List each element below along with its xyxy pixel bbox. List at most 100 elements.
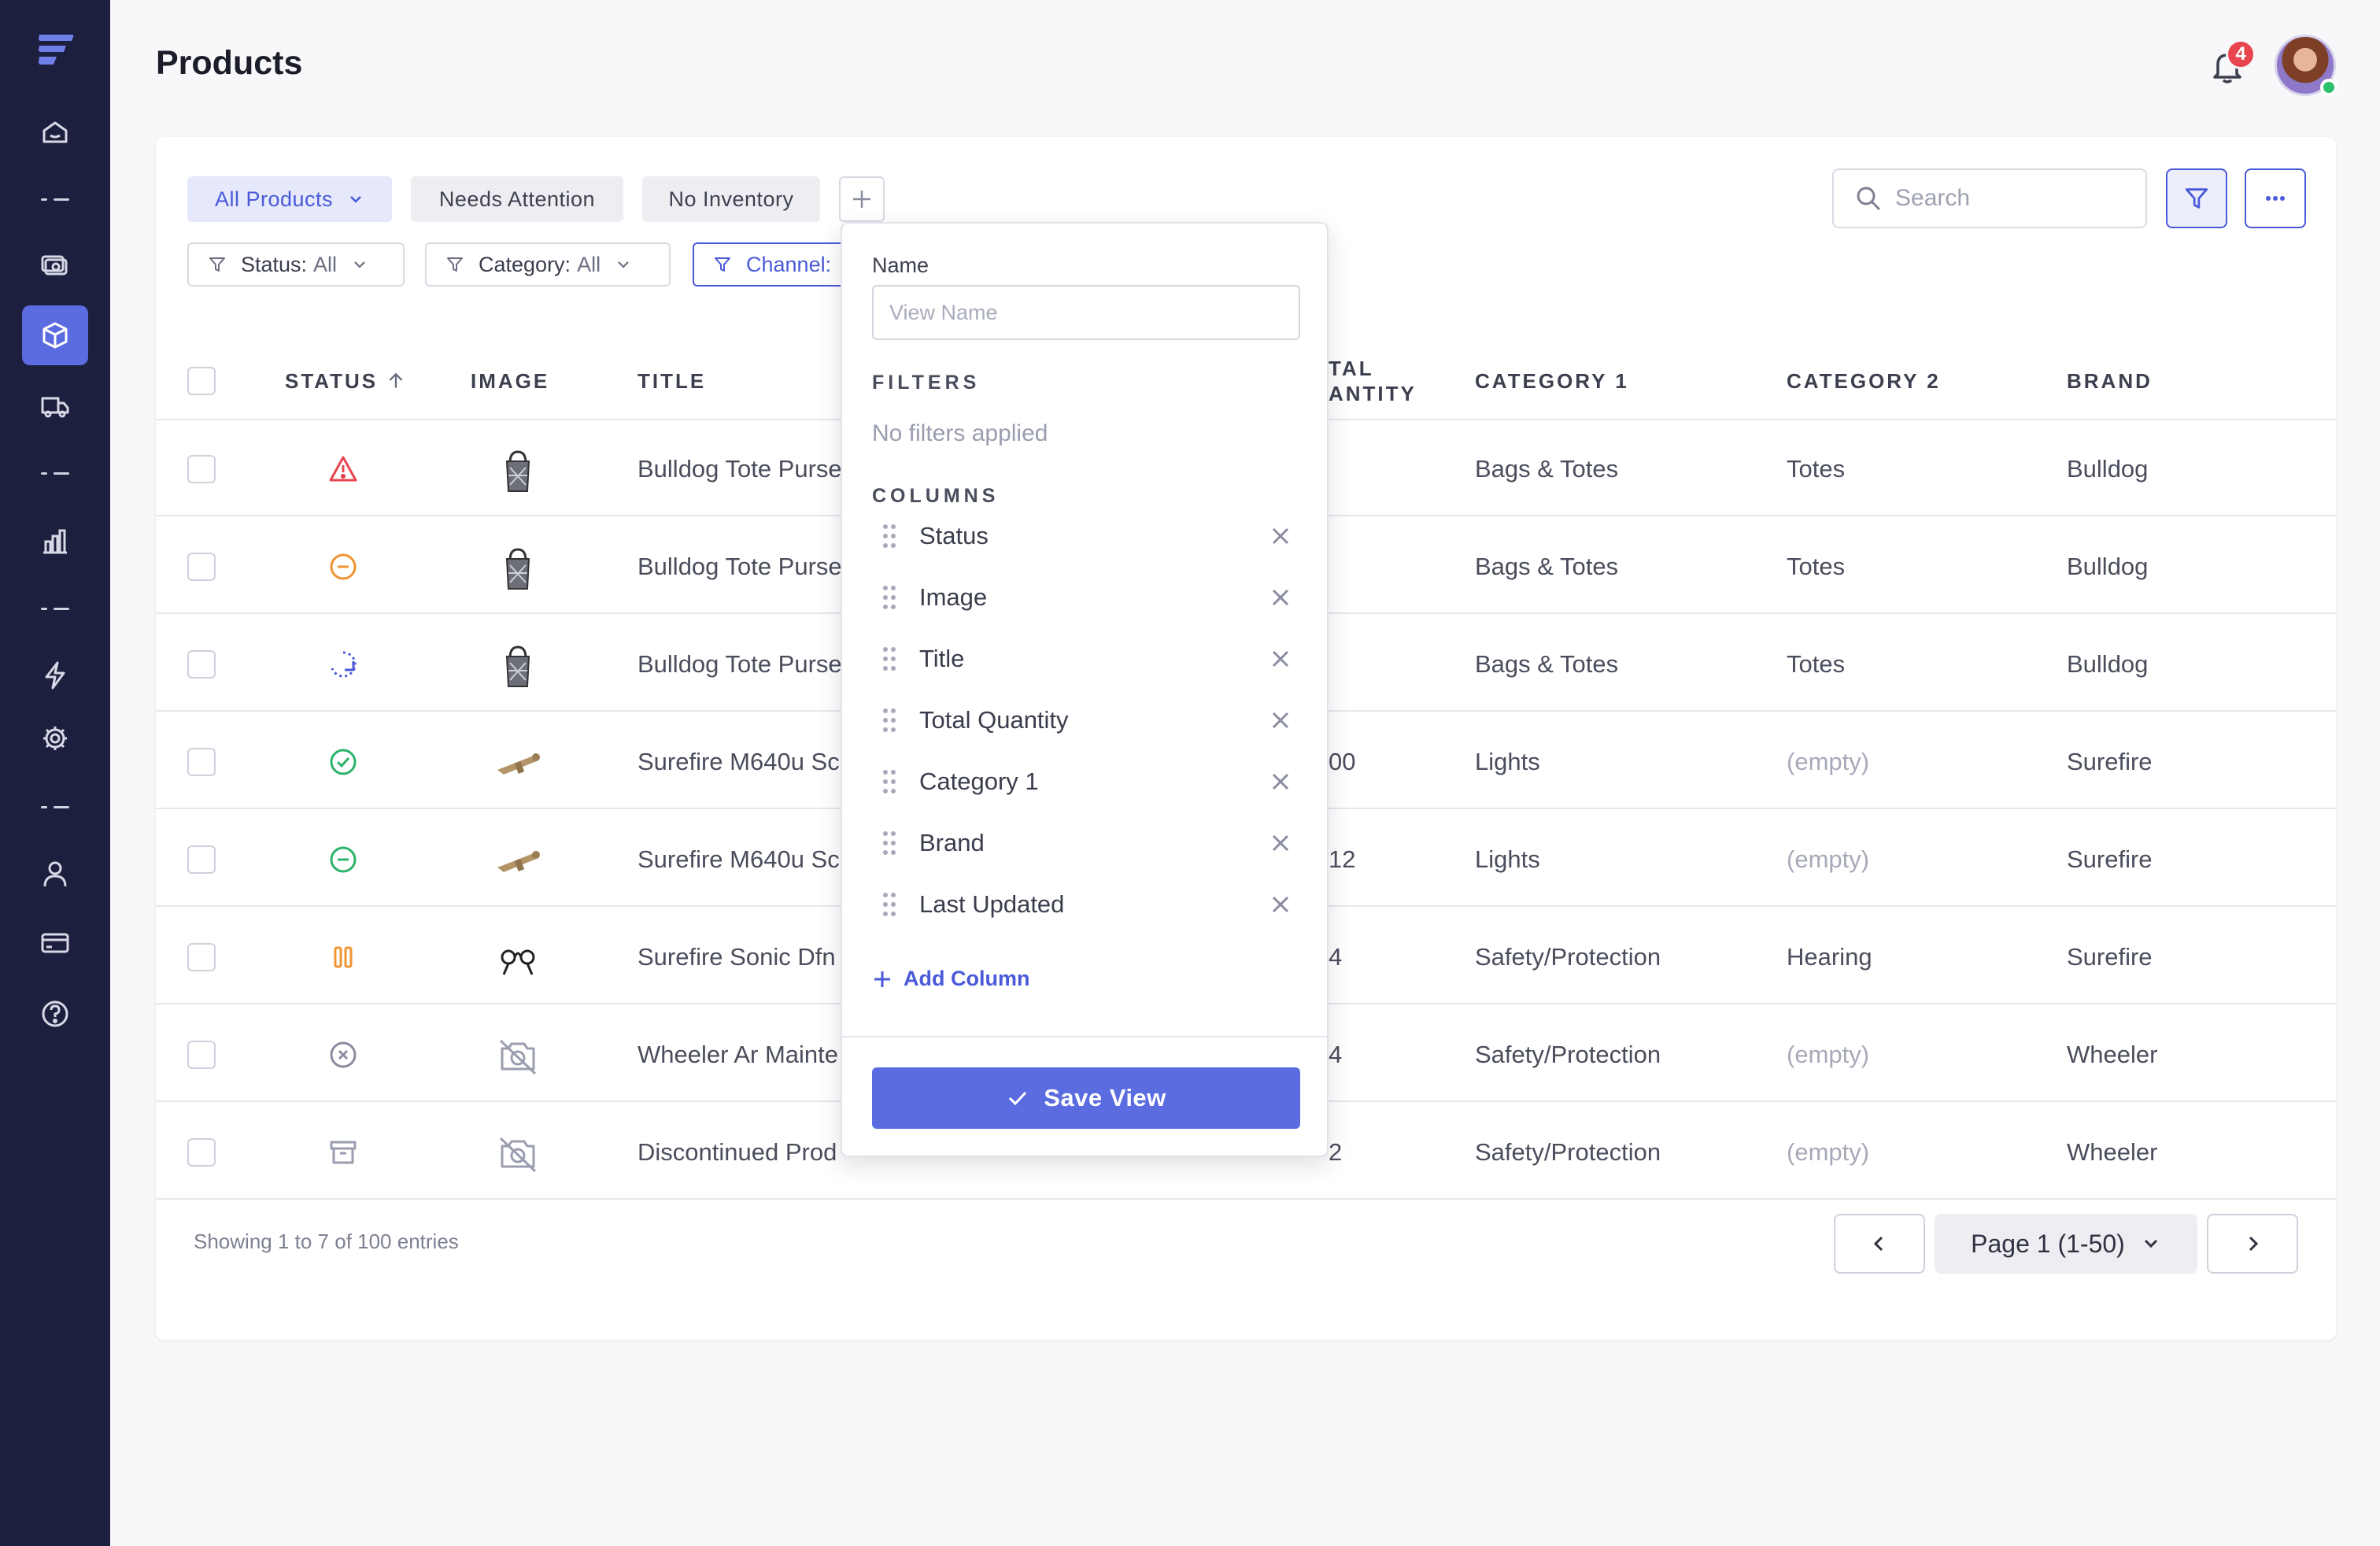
filter-category[interactable]: Category: All [425, 242, 671, 287]
column-header-category-2[interactable]: CATEGORY 2 [1787, 342, 1941, 420]
column-list-item[interactable]: Category 1 [872, 754, 1300, 809]
filter-channel[interactable]: Channel: [693, 242, 866, 287]
add-view-button[interactable] [839, 176, 885, 222]
bar-chart-icon [43, 529, 67, 554]
cell-category-2: (empty) [1787, 845, 1870, 873]
app-logo[interactable] [35, 28, 77, 71]
remove-column-icon[interactable] [1269, 586, 1292, 609]
column-list-item[interactable]: Image [872, 570, 1300, 625]
truck-icon [41, 397, 69, 418]
column-list-item[interactable]: Status [872, 509, 1300, 564]
sidebar-item-shipping[interactable] [22, 376, 88, 436]
remove-column-icon[interactable] [1269, 770, 1292, 793]
cell-category-1: Bags & Totes [1475, 553, 1619, 580]
previous-page-button[interactable] [1834, 1214, 1925, 1274]
drag-handle-icon[interactable] [881, 522, 897, 550]
drag-handle-icon[interactable] [881, 829, 897, 857]
sidebar-item-account[interactable] [22, 844, 88, 904]
drag-handle-icon[interactable] [881, 767, 897, 796]
sidebar-item-billing[interactable] [22, 913, 88, 973]
remove-column-icon[interactable] [1269, 647, 1292, 671]
column-header-brand[interactable]: BRAND [2067, 342, 2153, 420]
sidebar-divider [41, 608, 69, 611]
column-header-title[interactable]: TITLE [638, 342, 706, 420]
cell-total-quantity: 2 [1329, 1138, 1343, 1166]
sidebar-item-automations[interactable] [22, 645, 88, 705]
home-icon [42, 121, 68, 143]
row-checkbox[interactable] [187, 1041, 216, 1069]
cell-total-quantity [1329, 422, 1423, 516]
tote-bag-image [493, 543, 543, 594]
filter-value: All [577, 252, 601, 276]
drag-handle-icon[interactable] [881, 645, 897, 673]
column-list-item[interactable]: Brand [872, 816, 1300, 871]
column-header-label: TAL [1329, 357, 1374, 380]
check-icon [1009, 1091, 1027, 1106]
cell-category-2: Hearing [1787, 943, 1872, 971]
view-tab-all-products[interactable]: All Products [187, 176, 392, 222]
row-checkbox[interactable] [187, 845, 216, 874]
notification-count-badge: 4 [2226, 39, 2256, 69]
view-tab-no-inventory[interactable]: No Inventory [642, 176, 820, 222]
cell-category-1: Bags & Totes [1475, 455, 1619, 483]
filter-icon [2185, 188, 2208, 209]
row-checkbox[interactable] [187, 748, 216, 776]
view-tab-needs-attention[interactable]: Needs Attention [411, 176, 623, 222]
cell-category-1: Safety/Protection [1475, 943, 1661, 971]
sidebar-item-payments[interactable] [22, 236, 88, 296]
column-list-item[interactable]: Last Updated [872, 877, 1300, 932]
x-circle-icon [327, 1039, 359, 1071]
column-list-item[interactable]: Total Quantity [872, 693, 1300, 748]
column-header-total-quantity[interactable]: TAL ANTITY [1329, 342, 1417, 420]
sidebar-item-home[interactable] [22, 102, 88, 162]
filter-toggle-button[interactable] [2166, 168, 2227, 228]
cell-category-1: Lights [1475, 845, 1540, 873]
cell-total-quantity [1329, 617, 1423, 712]
save-view-button[interactable]: Save View [872, 1067, 1300, 1129]
filter-label: Channel: [746, 252, 832, 276]
no-filters-text: No filters applied [872, 420, 1048, 446]
remove-column-icon[interactable] [1269, 524, 1292, 548]
drag-handle-icon[interactable] [881, 890, 897, 919]
sidebar-item-products[interactable] [22, 305, 88, 365]
row-checkbox[interactable] [187, 455, 216, 483]
column-header-status[interactable]: STATUS [285, 342, 406, 420]
remove-column-icon[interactable] [1269, 893, 1292, 916]
drag-handle-icon[interactable] [881, 583, 897, 612]
plus-icon [853, 190, 870, 208]
sidebar-divider [41, 806, 69, 809]
sidebar-item-reports[interactable] [22, 512, 88, 571]
column-header-label: STATUS [285, 368, 379, 393]
search-input[interactable]: Search [1832, 168, 2147, 228]
select-all-checkbox[interactable] [187, 367, 216, 395]
cell-brand: Surefire [2067, 943, 2153, 971]
page-select[interactable]: Page 1 (1-50) [1935, 1214, 2197, 1274]
chevron-down-icon [2144, 1239, 2157, 1248]
add-column-button[interactable]: Add Column [872, 967, 1029, 991]
remove-column-icon[interactable] [1269, 708, 1292, 732]
filter-status[interactable]: Status: All [187, 242, 405, 287]
box-icon [42, 322, 68, 349]
column-header-category-1[interactable]: CATEGORY 1 [1475, 342, 1629, 420]
row-checkbox[interactable] [187, 650, 216, 679]
chevron-down-icon [354, 261, 365, 268]
filter-value: All [313, 252, 338, 276]
sidebar-divider [41, 472, 69, 475]
more-options-button[interactable] [2245, 168, 2306, 228]
sidebar-item-settings[interactable] [22, 708, 88, 768]
warning-icon [327, 453, 359, 485]
next-page-button[interactable] [2207, 1214, 2298, 1274]
remove-column-icon[interactable] [1269, 831, 1292, 855]
sidebar-item-help[interactable] [22, 984, 88, 1044]
column-header-image[interactable]: IMAGE [471, 342, 549, 420]
row-checkbox[interactable] [187, 943, 216, 971]
row-checkbox[interactable] [187, 553, 216, 581]
drag-handle-icon[interactable] [881, 706, 897, 734]
view-name-input[interactable] [872, 285, 1300, 340]
column-name: Title [919, 645, 965, 672]
row-checkbox[interactable] [187, 1138, 216, 1167]
sort-ascending-icon [389, 372, 403, 388]
pause-icon [327, 941, 359, 973]
save-view-label: Save View [1044, 1084, 1166, 1111]
column-list-item[interactable]: Title [872, 631, 1300, 686]
